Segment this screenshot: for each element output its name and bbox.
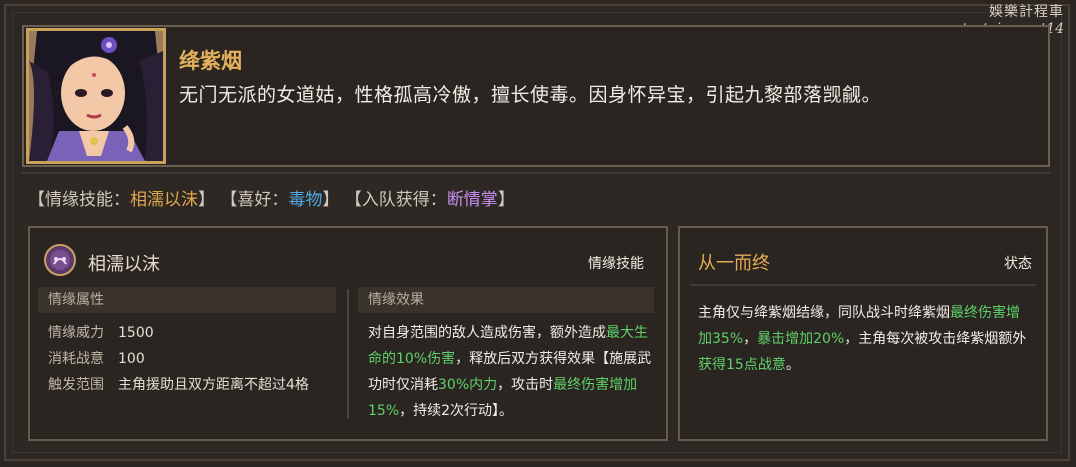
- like-tag-value: 毒物: [288, 190, 323, 210]
- status-description: 主角仅与绛紫烟结缘，同队战斗时绛紫烟最终伤害增加35%，暴击增加20%，主角每次…: [698, 300, 1033, 378]
- status-type: 状态: [1004, 256, 1032, 272]
- status-part: ，主角每次被攻击绛紫烟额外: [844, 331, 1027, 347]
- skill-tag-label: 【情缘技能：: [28, 190, 130, 210]
- join-tag-end: 】: [497, 190, 515, 210]
- effect-part: ，攻击时: [497, 377, 554, 393]
- status-highlight: 获得15点战意: [698, 357, 786, 373]
- attr-row-power: 情缘威力 1500: [48, 322, 154, 342]
- status-part: 。: [785, 357, 800, 373]
- skill-icon: [44, 244, 76, 276]
- effect-highlight: 30%内力: [438, 377, 498, 393]
- status-divider: [690, 284, 1036, 286]
- character-name: 绛紫烟: [179, 49, 242, 73]
- status-name: 从一而终: [698, 253, 770, 274]
- character-portrait: [26, 28, 166, 164]
- like-tag-end: 】: [322, 190, 340, 210]
- attr-label: 情缘威力: [48, 325, 104, 341]
- attr-label: 消耗战意: [48, 351, 104, 367]
- character-tags: 【情缘技能：相濡以沫】 【喜好：毒物】 【入队获得：断情掌】: [28, 185, 515, 210]
- attr-row-cost: 消耗战意 100: [48, 348, 145, 368]
- skill-tag-end: 】: [198, 190, 215, 210]
- attr-header: 情缘属性: [38, 287, 336, 313]
- character-description: 无门无派的女道姑，性格孤高冷傲，擅长使毒。因身怀异宝，引起九黎部落觊觎。: [179, 84, 882, 106]
- status-part: 主角仅与绛紫烟结缘，同队战斗时绛紫烟: [698, 305, 950, 321]
- status-highlight: 暴击增加20%: [757, 331, 845, 347]
- attr-value: 主角援助且双方距离不超过4格: [118, 377, 309, 393]
- effect-header: 情缘效果: [358, 287, 654, 313]
- skill-column-divider: [347, 289, 349, 419]
- like-tag-label: 【喜好：: [220, 190, 289, 210]
- header-divider: [22, 172, 1050, 174]
- effect-part: 对自身范围的敌人造成伤害，额外造成: [368, 325, 606, 341]
- effect-part: ，持续2次行动】。: [399, 403, 514, 419]
- attr-value: 1500: [118, 325, 154, 341]
- skill-name: 相濡以沫: [88, 254, 160, 275]
- attr-value: 100: [118, 351, 145, 367]
- skill-type: 情缘技能: [588, 256, 644, 272]
- join-tag-label: 【入队获得：: [344, 190, 447, 210]
- join-tag-value: 断情掌: [446, 190, 498, 210]
- skill-effect-text: 对自身范围的敌人造成伤害，额外造成最大生命的10%伤害，释放后双方获得效果【施展…: [368, 320, 653, 424]
- skill-tag-value: 相濡以沫: [130, 190, 198, 210]
- attr-label: 触发范围: [48, 377, 104, 393]
- status-part: ，: [743, 331, 758, 347]
- watermark-title: 娛樂計程車: [989, 4, 1064, 20]
- attr-row-range: 触发范围 主角援助且双方距离不超过4格: [48, 374, 309, 394]
